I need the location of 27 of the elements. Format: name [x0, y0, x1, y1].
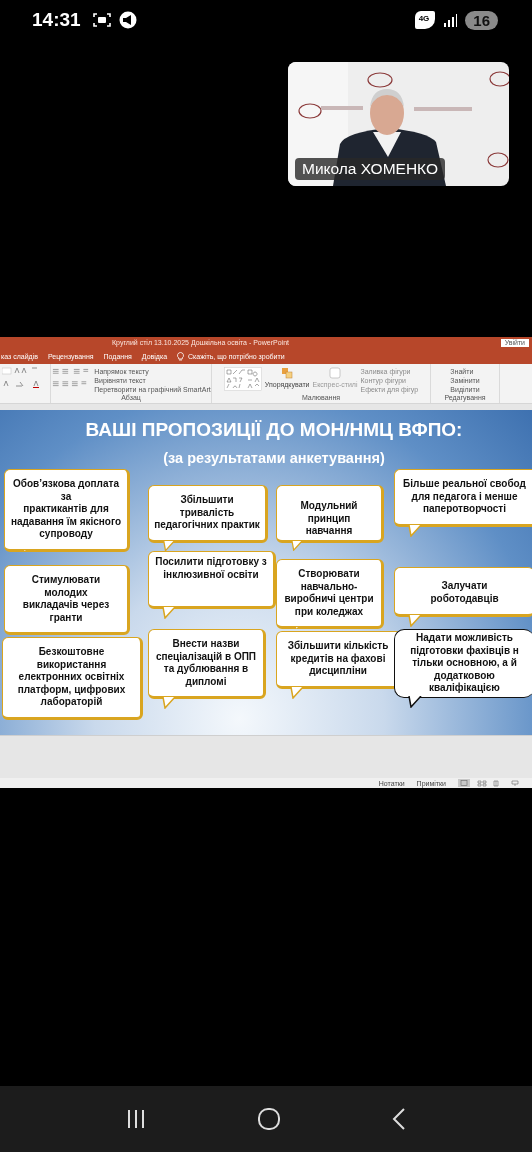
- speech-bubble: Посилити підготовку з інклюзивної освіти: [148, 551, 276, 609]
- speech-bubble: Створювати навчально- виробничі центри при коледжах: [276, 559, 384, 629]
- speech-bubble: Безкоштовне використання електронних освітніх платформ, цифрових лабораторій: [2, 637, 143, 720]
- speech-bubble: Надати можливість підготовки фахівців н тільки основною, а й додатковою кваліфікацією: [394, 629, 532, 698]
- slide-title: ВАШІ ПРОПОЗИЦІЇ ДО МОН/НМЦ ВФПО:: [84, 419, 464, 441]
- lightbulb-icon: [177, 351, 185, 361]
- speech-bubble: Більше реальної свобод для педагога і менше паперотворчості: [394, 469, 532, 527]
- slide-subtitle: (за результатами анкетування): [162, 450, 386, 466]
- network-type: 4G: [414, 11, 436, 29]
- speech-bubble: Залучати роботодавців: [394, 567, 532, 617]
- home-icon: [257, 1107, 281, 1131]
- battery-level: 16: [465, 10, 498, 30]
- speech-bubble: Внести назви спеціалізацій в ОПП та дублювання в дипломі: [148, 629, 266, 699]
- recent-apps-icon: [125, 1108, 147, 1130]
- back-icon: [391, 1107, 407, 1131]
- screen-record-icon: [92, 12, 111, 28]
- participant-name: Микола ХОМЕНКО: [295, 158, 445, 180]
- megaphone-icon: [118, 11, 137, 29]
- shapes-gallery-icon: [223, 367, 262, 391]
- speech-bubble: Модульний принцип навчання: [276, 485, 384, 543]
- speech-bubble: Збільшити тривалість педагогічних практик: [148, 485, 268, 543]
- speech-bubble: Обов’язкова доплата за практикантів для надавання їм якісного супроводу: [4, 469, 130, 552]
- brush-icon: [329, 367, 341, 379]
- arrange-icon: [281, 367, 294, 379]
- clock: 14:31: [32, 9, 81, 31]
- signal-icon: [443, 13, 458, 27]
- speech-bubble: Стимулювати молодих викладачів через гранти: [4, 565, 130, 635]
